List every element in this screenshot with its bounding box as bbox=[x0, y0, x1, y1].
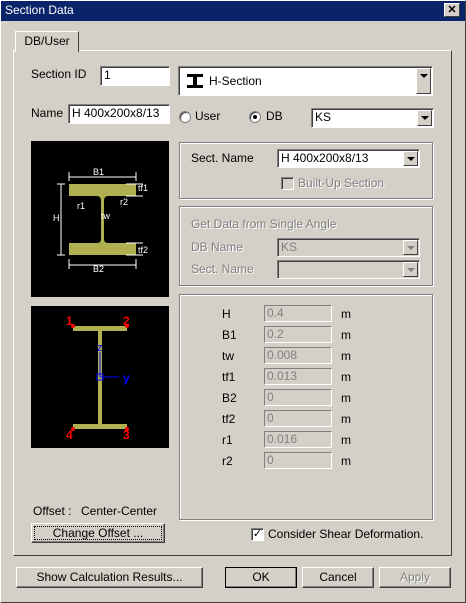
tf1-dim-label: tf1 bbox=[138, 183, 148, 193]
single-angle-db-label: DB Name bbox=[191, 240, 244, 254]
single-angle-sect-label: Sect. Name bbox=[191, 262, 254, 276]
prop-unit: m bbox=[341, 412, 351, 426]
prop-value-r2[interactable]: 0 bbox=[264, 452, 332, 469]
section-id-label: Section ID bbox=[31, 67, 87, 81]
db-source-dropdown[interactable]: KS bbox=[311, 108, 434, 128]
section-type-value: H-Section bbox=[209, 74, 262, 88]
prop-name-b1: B1 bbox=[222, 328, 237, 342]
section-diagram: B1 B2 H tf1 tf2 tw r1 r2 bbox=[31, 141, 169, 297]
window-title: Section Data bbox=[5, 3, 74, 17]
single-angle-db-value: KS bbox=[281, 240, 298, 254]
chevron-down-icon[interactable] bbox=[416, 68, 431, 94]
top-flange bbox=[73, 326, 127, 331]
ok-button[interactable]: OK bbox=[225, 567, 297, 588]
section-type-dropdown[interactable]: H-Section bbox=[178, 66, 433, 96]
bottom-flange bbox=[73, 424, 127, 429]
db-radio-label: DB bbox=[266, 109, 283, 123]
sect-name-dropdown[interactable]: H 400x200x8/13 bbox=[277, 149, 420, 168]
show-calculation-results-button[interactable]: Show Calculation Results... bbox=[16, 567, 203, 588]
name-input[interactable]: H 400x200x8/13 bbox=[68, 104, 170, 124]
close-button[interactable]: ✕ bbox=[444, 3, 460, 17]
tab-db-user[interactable]: DB/User bbox=[15, 31, 79, 52]
prop-name-h: H bbox=[222, 307, 231, 321]
point-label-3: 3 bbox=[123, 428, 130, 442]
prop-unit: m bbox=[341, 370, 351, 384]
single-angle-db-dropdown[interactable]: KS bbox=[277, 238, 420, 257]
b1-dim-label: B1 bbox=[93, 167, 104, 177]
chevron-down-icon[interactable] bbox=[403, 151, 418, 166]
prop-name-tw: tw bbox=[222, 349, 234, 363]
tf2-dim-label: tf2 bbox=[138, 245, 148, 255]
cancel-button[interactable]: Cancel bbox=[302, 567, 374, 588]
chevron-down-icon[interactable] bbox=[417, 110, 432, 126]
prop-name-r1: r1 bbox=[222, 433, 233, 447]
chevron-down-icon[interactable] bbox=[403, 240, 418, 255]
b2-dim-label: B2 bbox=[93, 264, 104, 274]
prop-unit: m bbox=[341, 454, 351, 468]
offset-label: Offset : bbox=[33, 504, 72, 518]
db-source-value: KS bbox=[315, 110, 332, 124]
r2-dim-label: r2 bbox=[120, 197, 128, 207]
prop-value-b2[interactable]: 0 bbox=[264, 389, 332, 406]
sect-name-value: H 400x200x8/13 bbox=[281, 151, 369, 165]
point-label-1: 1 bbox=[66, 314, 73, 328]
prop-name-tf1: tf1 bbox=[222, 370, 236, 384]
prop-value-b1[interactable]: 0.2 bbox=[264, 326, 332, 343]
user-radio-label: User bbox=[195, 109, 221, 123]
h-dim-label: H bbox=[53, 213, 60, 223]
db-radio[interactable] bbox=[249, 111, 261, 123]
prop-value-tw[interactable]: 0.008 bbox=[264, 347, 332, 364]
single-angle-sect-dropdown[interactable] bbox=[277, 260, 420, 279]
point-label-4: 4 bbox=[66, 428, 73, 442]
change-offset-button[interactable]: Change Offset ... bbox=[31, 523, 165, 543]
prop-name-r2: r2 bbox=[222, 454, 233, 468]
offset-value: Center-Center bbox=[81, 504, 158, 518]
user-radio[interactable] bbox=[179, 111, 191, 123]
name-label: Name bbox=[31, 106, 64, 120]
built-up-label: Built-Up Section bbox=[298, 176, 385, 190]
z-axis-label: z bbox=[97, 342, 103, 354]
apply-button[interactable]: Apply bbox=[379, 567, 451, 588]
built-up-checkbox[interactable] bbox=[281, 177, 294, 190]
r1-dim-label: r1 bbox=[77, 201, 85, 211]
section-id-input[interactable]: 1 bbox=[100, 66, 170, 86]
offset-diagram: 1 2 3 4 z y bbox=[31, 306, 169, 448]
prop-name-tf2: tf2 bbox=[222, 412, 236, 426]
consider-shear-label: Consider Shear Deformation. bbox=[268, 527, 424, 541]
sect-name-label: Sect. Name bbox=[191, 151, 254, 165]
prop-name-b2: B2 bbox=[222, 391, 237, 405]
single-angle-title: Get Data from Single Angle bbox=[191, 217, 337, 231]
prop-unit: m bbox=[341, 433, 351, 447]
prop-unit: m bbox=[341, 307, 351, 321]
tw-dim-label: tw bbox=[101, 211, 111, 221]
prop-value-r1[interactable]: 0.016 bbox=[264, 431, 332, 448]
prop-value-tf1[interactable]: 0.013 bbox=[264, 368, 332, 385]
point-label-2: 2 bbox=[123, 314, 130, 328]
prop-unit: m bbox=[341, 349, 351, 363]
h-section-icon bbox=[187, 74, 203, 88]
prop-unit: m bbox=[341, 391, 351, 405]
prop-value-tf2[interactable]: 0 bbox=[264, 410, 332, 427]
prop-value-h[interactable]: 0.4 bbox=[264, 305, 332, 322]
title-bar: Section Data ✕ bbox=[0, 0, 466, 21]
y-axis-label: y bbox=[123, 371, 130, 385]
consider-shear-checkbox[interactable]: ✓ bbox=[251, 528, 264, 541]
chevron-down-icon[interactable] bbox=[403, 262, 418, 277]
prop-unit: m bbox=[341, 328, 351, 342]
